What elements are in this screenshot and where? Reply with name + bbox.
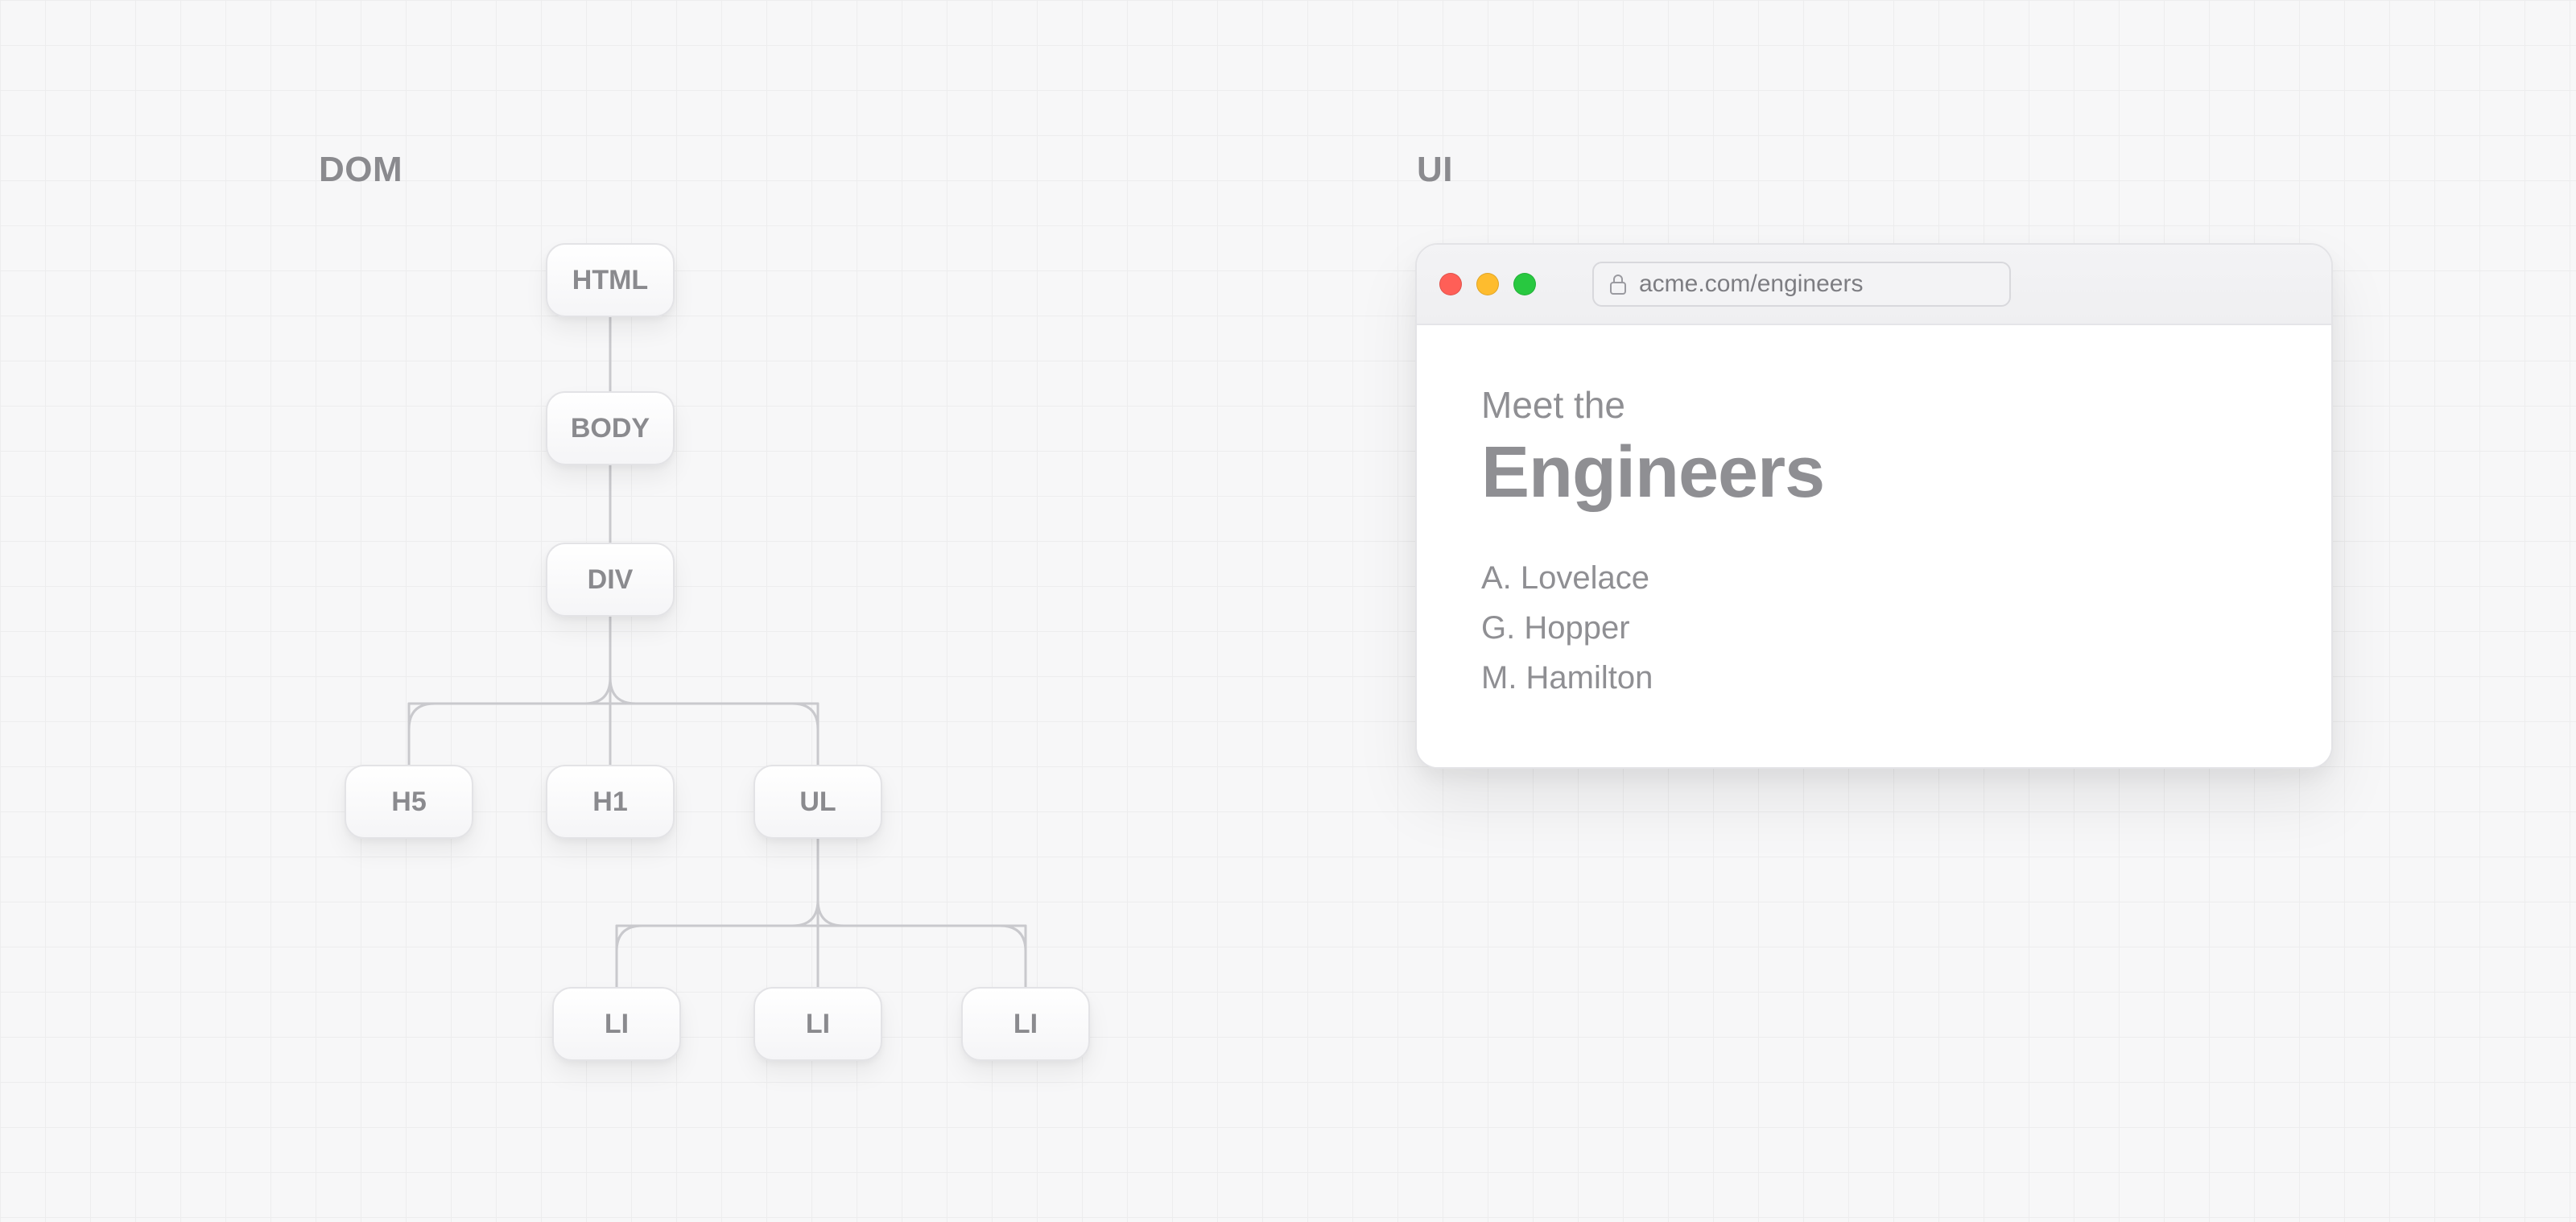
list-item: M. Hamilton: [1481, 653, 2267, 703]
dom-node-h5: H5: [345, 765, 473, 839]
window-controls: [1439, 273, 1536, 295]
url-text: acme.com/engineers: [1639, 270, 1863, 298]
minimize-icon[interactable]: [1476, 273, 1499, 295]
browser-viewport: Meet the Engineers A. Lovelace G. Hopper…: [1417, 325, 2331, 767]
dom-node-ul: UL: [753, 765, 882, 839]
list-item: G. Hopper: [1481, 603, 2267, 653]
dom-node-li-2: LI: [753, 987, 882, 1061]
dom-node-li-3: LI: [961, 987, 1090, 1061]
dom-node-h1: H1: [546, 765, 675, 839]
dom-node-html: HTML: [546, 243, 675, 317]
section-heading-dom: DOM: [319, 150, 402, 190]
dom-node-div: DIV: [546, 543, 675, 617]
browser-window: acme.com/engineers Meet the Engineers A.…: [1415, 243, 2333, 769]
maximize-icon[interactable]: [1513, 273, 1536, 295]
diagram-stage: DOM UI HTML BODY DIV H5 H1 UL LI: [0, 0, 2576, 1222]
close-icon[interactable]: [1439, 273, 1462, 295]
list-item: A. Lovelace: [1481, 553, 2267, 603]
page-title: Engineers: [1481, 431, 2267, 514]
lock-icon: [1608, 273, 1628, 295]
engineers-list: A. Lovelace G. Hopper M. Hamilton: [1481, 553, 2267, 703]
page-kicker: Meet the: [1481, 383, 2267, 427]
dom-node-body: BODY: [546, 391, 675, 465]
url-bar[interactable]: acme.com/engineers: [1592, 262, 2011, 307]
browser-titlebar: acme.com/engineers: [1417, 245, 2331, 325]
section-heading-ui: UI: [1417, 150, 1453, 190]
dom-node-li-1: LI: [552, 987, 681, 1061]
